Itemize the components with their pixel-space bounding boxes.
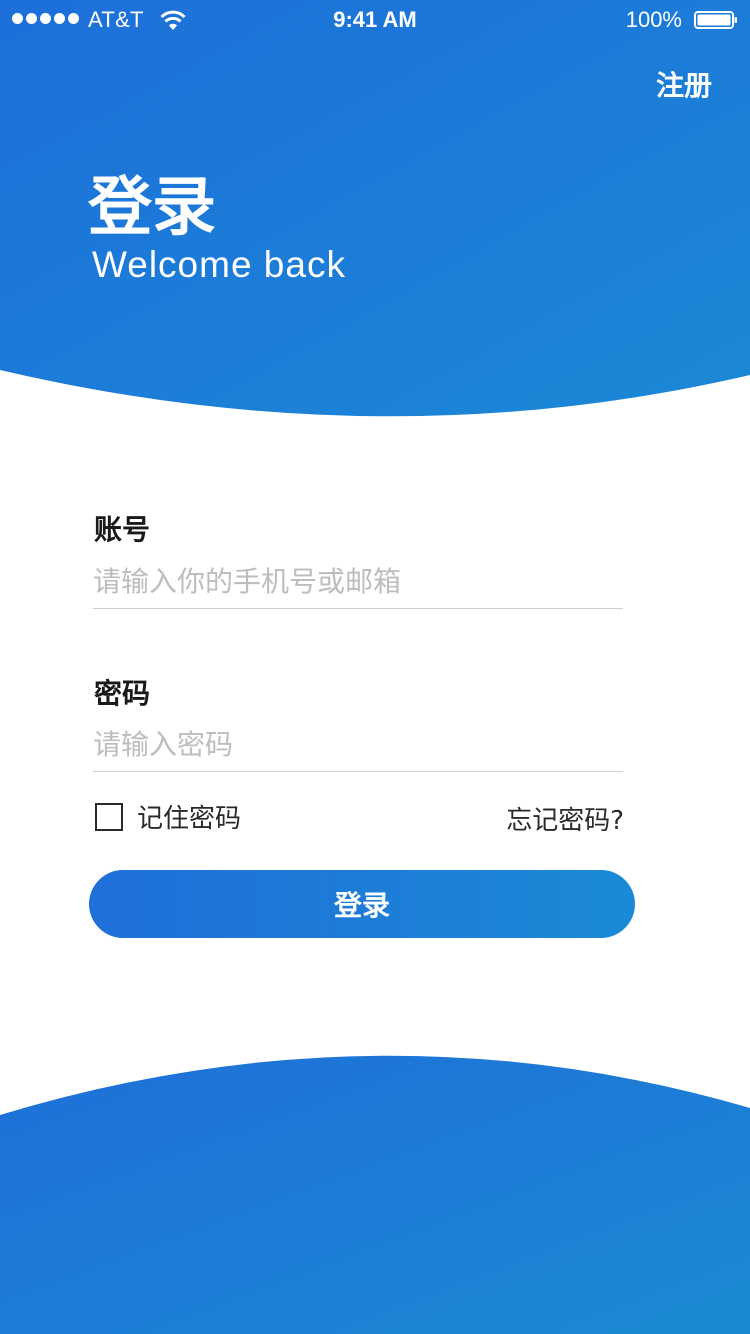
remember-label: 记住密码 [137, 804, 242, 834]
battery-icon [694, 11, 737, 29]
status-bar: AT&T 9:41 AM 100% [0, 0, 750, 40]
login-screen: AT&T 9:41 AM 100% 注册 登录 Welcome back 账号 … [0, 0, 750, 1334]
login-button[interactable]: 登录 [89, 870, 635, 938]
remember-password-toggle[interactable]: 记住密码 [95, 798, 241, 835]
password-label: 密码 [94, 677, 151, 710]
account-label: 账号 [94, 513, 151, 546]
register-link[interactable]: 注册 [656, 64, 712, 104]
password-input[interactable] [93, 721, 623, 772]
battery-percentage: 100% [625, 7, 682, 32]
page-title: 登录 [88, 171, 216, 245]
account-input[interactable] [93, 558, 623, 609]
remember-checkbox[interactable] [95, 802, 123, 831]
forgot-password-link[interactable]: 忘记密码? [506, 800, 624, 837]
page-subtitle: Welcome back [92, 244, 346, 285]
